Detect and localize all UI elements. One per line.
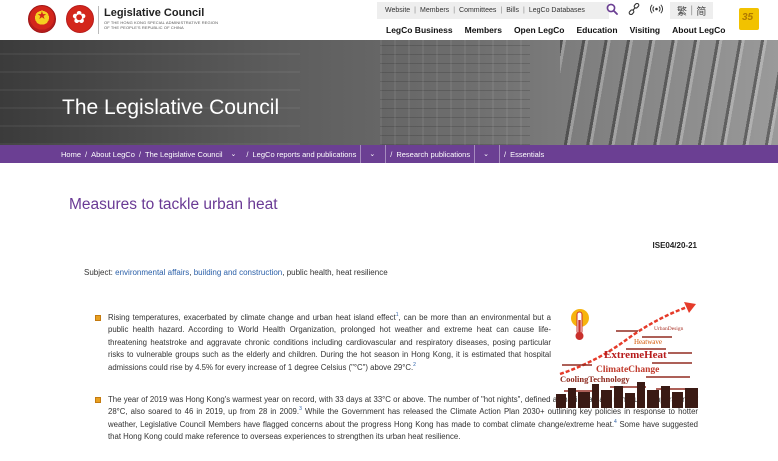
paragraph-1: Rising temperatures, exacerbated by clim… xyxy=(108,312,551,372)
subject-link-environmental-affairs[interactable]: environmental affairs xyxy=(115,268,189,277)
lang-traditional-chinese[interactable]: 繁 xyxy=(674,3,690,18)
subject-other-tags: , public health, heat resilience xyxy=(282,268,388,277)
hksar-emblem-icon[interactable] xyxy=(66,5,94,33)
arrow-head-icon xyxy=(684,302,696,313)
top-link-databases[interactable]: LegCo Databases xyxy=(525,7,589,14)
breadcrumb-reports[interactable]: LegCo reports and publications xyxy=(253,150,357,159)
chevron-down-icon[interactable]: ⌄ xyxy=(231,150,237,158)
chevron-down-icon[interactable]: ⌄ xyxy=(369,150,375,158)
breadcrumb-home[interactable]: Home xyxy=(61,150,81,159)
breadcrumb-essentials[interactable]: Essentials xyxy=(510,150,544,159)
top-link-committees[interactable]: Committees xyxy=(455,7,500,14)
logo-divider xyxy=(98,6,99,34)
breadcrumb-research[interactable]: Research publications xyxy=(396,150,470,159)
word-cooling-technology: CoolingTechnology xyxy=(560,374,630,384)
word-heatwave: Heatwave xyxy=(634,338,662,346)
anniversary-badge-icon[interactable] xyxy=(739,8,759,30)
lang-simplified-chinese[interactable]: 简 xyxy=(693,3,709,18)
banner-title: The Legislative Council xyxy=(62,96,280,119)
top-link-members[interactable]: Members xyxy=(416,7,453,14)
banner-building-image xyxy=(0,40,300,145)
site-header: Legislative Council OF THE HONG KONG SPE… xyxy=(0,0,778,40)
nav-about-legco[interactable]: About LegCo xyxy=(672,25,725,35)
org-subtitle-line2: OF THE PEOPLE'S REPUBLIC OF CHINA xyxy=(104,25,184,30)
subject-separator: , xyxy=(189,268,192,277)
nav-legco-business[interactable]: LegCo Business xyxy=(386,25,453,35)
breadcrumb: Home / About LegCo / The Legislative Cou… xyxy=(0,145,778,163)
main-nav: LegCo Business Members Open LegCo Educat… xyxy=(386,25,737,35)
page-title: Measures to tackle urban heat xyxy=(69,196,278,213)
nav-visiting[interactable]: Visiting xyxy=(630,25,661,35)
subject-link-building-construction[interactable]: building and construction xyxy=(194,268,283,277)
bullet-icon xyxy=(95,397,101,403)
banner-building-image xyxy=(380,40,530,145)
extreme-heat-illustration: ExtremeHeat ClimateChange CoolingTechnol… xyxy=(556,302,698,408)
chevron-down-icon[interactable]: ⌄ xyxy=(483,150,489,158)
document-reference: ISE04/20-21 xyxy=(652,241,697,250)
subject-line: Subject: environmental affairs, building… xyxy=(84,268,388,277)
top-link-website[interactable]: Website xyxy=(381,7,414,14)
org-name[interactable]: Legislative Council xyxy=(104,7,204,19)
broadcast-icon[interactable] xyxy=(650,3,663,15)
national-emblem-icon[interactable] xyxy=(28,5,56,33)
search-icon[interactable] xyxy=(606,3,618,15)
banner-building-image xyxy=(560,40,778,145)
word-extreme-heat: ExtremeHeat xyxy=(604,349,667,361)
word-urban-design: UrbanDesign xyxy=(654,326,684,332)
utility-bar: Website | Members | Committees | Bills |… xyxy=(377,2,609,19)
hero-banner: The Legislative Council xyxy=(0,40,778,145)
nav-open-legco[interactable]: Open LegCo xyxy=(514,25,565,35)
bullet-icon xyxy=(95,315,101,321)
city-skyline-icon xyxy=(556,382,698,408)
top-link-bills[interactable]: Bills xyxy=(502,7,523,14)
breadcrumb-council[interactable]: The Legislative Council xyxy=(145,150,223,159)
subject-label: Subject: xyxy=(84,268,113,277)
footnote-link[interactable]: 2 xyxy=(413,362,416,368)
language-switcher: 繁 | 简 xyxy=(670,2,714,19)
org-subtitle: OF THE HONG KONG SPECIAL ADMINISTRATIVE … xyxy=(104,20,218,30)
link-icon[interactable] xyxy=(628,3,640,15)
breadcrumb-about[interactable]: About LegCo xyxy=(91,150,135,159)
nav-members[interactable]: Members xyxy=(465,25,502,35)
footnote-link[interactable]: 3 xyxy=(299,406,302,412)
nav-education[interactable]: Education xyxy=(576,25,617,35)
